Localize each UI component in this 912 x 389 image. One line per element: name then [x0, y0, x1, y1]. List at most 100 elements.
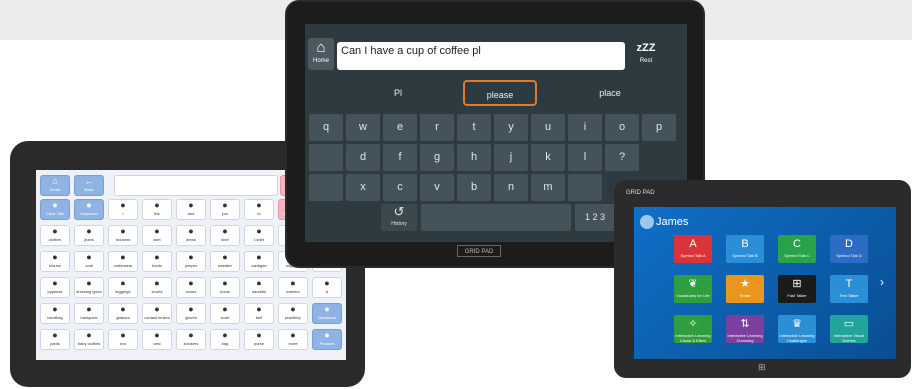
prediction-pl[interactable]: Pl	[361, 80, 435, 106]
symbol-cell[interactable]: ● pants	[40, 329, 70, 350]
symbol-cell[interactable]: ● and	[176, 199, 206, 220]
home-button[interactable]: ⌂ Home	[40, 175, 70, 196]
symbol-cell[interactable]: ● jeans	[74, 225, 104, 246]
gridset-tile[interactable]: ★ Smart	[726, 275, 764, 303]
symbol-cell[interactable]: ● handbag	[40, 303, 70, 324]
symbol-cell[interactable]: ● Clear Talk	[40, 199, 70, 220]
key[interactable]: m	[531, 174, 565, 201]
prediction-place[interactable]: place	[573, 80, 647, 106]
symbol-cell[interactable]: ● you	[210, 199, 240, 220]
gridset-tile[interactable]: A Symbol Talk A	[674, 235, 712, 263]
symbol-cell[interactable]: ● trousers	[108, 225, 138, 246]
key[interactable]: ?	[605, 144, 639, 171]
symbol-cell[interactable]: ● backpack	[74, 303, 104, 324]
key[interactable]: v	[420, 174, 454, 201]
symbol-cell[interactable]: ● shorts	[142, 277, 172, 298]
symbol-cell[interactable]: ● bag	[210, 329, 240, 350]
symbol-cell[interactable]: ● Keyboard	[74, 199, 104, 220]
symbol-cell[interactable]: ● t-shirt	[244, 225, 274, 246]
back-button[interactable]: ← Back	[74, 175, 104, 196]
symbol-cell[interactable]: ● belt	[244, 303, 274, 324]
symbol-cell[interactable]: ● bra	[108, 329, 138, 350]
symbol-cell[interactable]: ● Questions	[312, 303, 342, 324]
symbol-cell[interactable]: ● shoes	[176, 277, 206, 298]
history-button[interactable]: ↺ History	[381, 204, 417, 231]
symbol-cell[interactable]: ● the	[142, 199, 172, 220]
symbol-cell[interactable]: ● glasses	[108, 303, 138, 324]
key[interactable]: c	[383, 174, 417, 201]
gridset-tile[interactable]: ⊞ Fast Talker	[778, 275, 816, 303]
symbol-cell[interactable]: ● clothes	[40, 225, 70, 246]
key[interactable]: o	[605, 114, 639, 141]
symbol-cell[interactable]: ● underwear	[108, 251, 138, 272]
space-key[interactable]	[421, 204, 571, 231]
gridset-tile[interactable]: D Symbol Talk D	[830, 235, 868, 263]
symbol-cell[interactable]: ● Phrases	[312, 329, 342, 350]
symbol-cell[interactable]: ● trainers	[278, 277, 308, 298]
home-button[interactable]: ⌂ Home	[308, 38, 334, 70]
symbol-cell[interactable]: ● coat	[74, 251, 104, 272]
key[interactable]: l	[568, 144, 602, 171]
symbol-cell[interactable]: ● contact lenses	[142, 303, 172, 324]
message-bar[interactable]	[114, 175, 278, 196]
symbol-cell[interactable]: ● baby clothes	[74, 329, 104, 350]
symbol-cell[interactable]: ● pyjamas	[40, 277, 70, 298]
gridset-tile[interactable]: T Text Talker	[830, 275, 868, 303]
gridset-tile[interactable]: B Symbol Talk B	[726, 235, 764, 263]
symbol-cell[interactable]: ● skirt	[142, 225, 172, 246]
key[interactable]: f	[383, 144, 417, 171]
key[interactable]: y	[494, 114, 528, 141]
gridset-tile[interactable]: ⇅ Interactive Learning Choosing	[726, 315, 764, 343]
gridset-tile[interactable]: ❦ Vocabulary for Life	[674, 275, 712, 303]
key[interactable]: k	[531, 144, 565, 171]
symbol-cell[interactable]: ● knickers	[176, 329, 206, 350]
gridset-tile[interactable]: ▭ Interactive Visual Scenes	[830, 315, 868, 343]
symbol-cell[interactable]: ● jumper	[176, 251, 206, 272]
symbol-cell[interactable]: ● &	[312, 277, 342, 298]
symbol-cell[interactable]: ● cardigan	[244, 251, 274, 272]
symbol-cell[interactable]: ● jewellery	[278, 303, 308, 324]
symbol-cell[interactable]: ● boots	[142, 251, 172, 272]
symbol-cell[interactable]: ● more	[278, 329, 308, 350]
numbers-key[interactable]: 1 2 3	[575, 204, 615, 231]
key[interactable]: e	[383, 114, 417, 141]
symbol-cell[interactable]: ● boots	[210, 277, 240, 298]
key[interactable]	[309, 144, 343, 171]
symbol-cell[interactable]: ● leggings	[108, 277, 138, 298]
rest-button[interactable]: zZZ Rest	[633, 38, 659, 70]
symbol-cell[interactable]: ● vest	[142, 329, 172, 350]
key[interactable]: d	[346, 144, 380, 171]
symbol-cell[interactable]: ● gloves	[176, 303, 206, 324]
key[interactable]	[309, 174, 343, 201]
symbol-cell[interactable]: ● blouse	[40, 251, 70, 272]
symbol-cell[interactable]: ● purse	[244, 329, 274, 350]
symbol-cell[interactable]: ● I	[108, 199, 138, 220]
symbol-cell[interactable]: ● shirt	[210, 225, 240, 246]
key[interactable]: x	[346, 174, 380, 201]
symbol-cell[interactable]: ● scarf	[210, 303, 240, 324]
key[interactable]: q	[309, 114, 343, 141]
key[interactable]: g	[420, 144, 454, 171]
key[interactable]: n	[494, 174, 528, 201]
gridset-tile[interactable]: ✧ Interactive Learning Cause & Effect	[674, 315, 712, 343]
prediction-please[interactable]: please	[463, 80, 537, 106]
symbol-cell[interactable]: ● sweater	[210, 251, 240, 272]
key[interactable]: r	[420, 114, 454, 141]
key[interactable]: t	[457, 114, 491, 141]
gridset-tile[interactable]: C Symbol Talk C	[778, 235, 816, 263]
symbol-cell[interactable]: ● sandals	[244, 277, 274, 298]
next-page-icon[interactable]: ›	[880, 275, 884, 289]
key[interactable]: b	[457, 174, 491, 201]
key[interactable]: w	[346, 114, 380, 141]
symbol-cell[interactable]: ● to	[244, 199, 274, 220]
gridset-tile[interactable]: ♛ Interactive Learning Challenges	[778, 315, 816, 343]
message-text-field[interactable]: Can I have a cup of coffee pl	[337, 42, 625, 70]
key[interactable]: u	[531, 114, 565, 141]
key[interactable]: j	[494, 144, 528, 171]
key[interactable]: p	[642, 114, 676, 141]
symbol-cell[interactable]: ● dress	[176, 225, 206, 246]
key[interactable]: i	[568, 114, 602, 141]
symbol-cell[interactable]: ● dressing gown	[74, 277, 104, 298]
key[interactable]	[568, 174, 602, 201]
key[interactable]: h	[457, 144, 491, 171]
